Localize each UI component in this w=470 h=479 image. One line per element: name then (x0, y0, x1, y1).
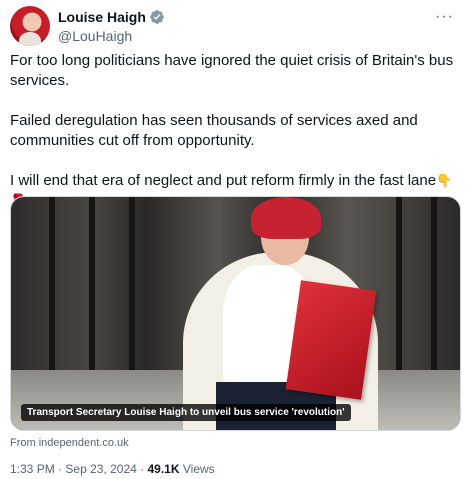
tweet-text: For too long politicians have ignored th… (10, 51, 458, 211)
tweet-meta: 1:33 PM · Sep 23, 2024 · 49.1K Views (10, 462, 215, 476)
display-name-row: Louise Haigh (58, 8, 165, 26)
meta-separator: · (140, 462, 145, 476)
person-hair (251, 197, 321, 239)
link-card-caption: Transport Secretary Louise Haigh to unve… (21, 404, 351, 421)
tweet-paragraph-2: Failed deregulation has seen thousands o… (10, 112, 418, 149)
display-name[interactable]: Louise Haigh (58, 9, 146, 25)
tweet-paragraph-1: For too long politicians have ignored th… (10, 52, 454, 89)
views-count: 49.1K (147, 462, 180, 476)
avatar[interactable] (10, 6, 50, 46)
views-label: Views (182, 462, 215, 476)
link-source[interactable]: From independent.co.uk (10, 437, 129, 449)
red-folder (285, 280, 377, 400)
tweet-time[interactable]: 1:33 PM (10, 462, 55, 476)
author-names: Louise Haigh @LouHaigh (58, 8, 165, 44)
pointing-down-emoji-icon: 👇 (436, 173, 453, 188)
tweet-date[interactable]: Sep 23, 2024 (65, 462, 136, 476)
author-handle[interactable]: @LouHaigh (58, 28, 165, 44)
tweet: Louise Haigh @LouHaigh ··· For too long … (0, 0, 470, 479)
verified-badge-icon (150, 10, 164, 24)
link-card-image[interactable]: Transport Secretary Louise Haigh to unve… (10, 196, 461, 431)
more-options-icon[interactable]: ··· (435, 8, 454, 26)
tweet-paragraph-3-text: I will end that era of neglect and put r… (10, 172, 437, 189)
tweet-header: Louise Haigh @LouHaigh ··· (10, 6, 460, 46)
meta-separator: · (58, 462, 63, 476)
